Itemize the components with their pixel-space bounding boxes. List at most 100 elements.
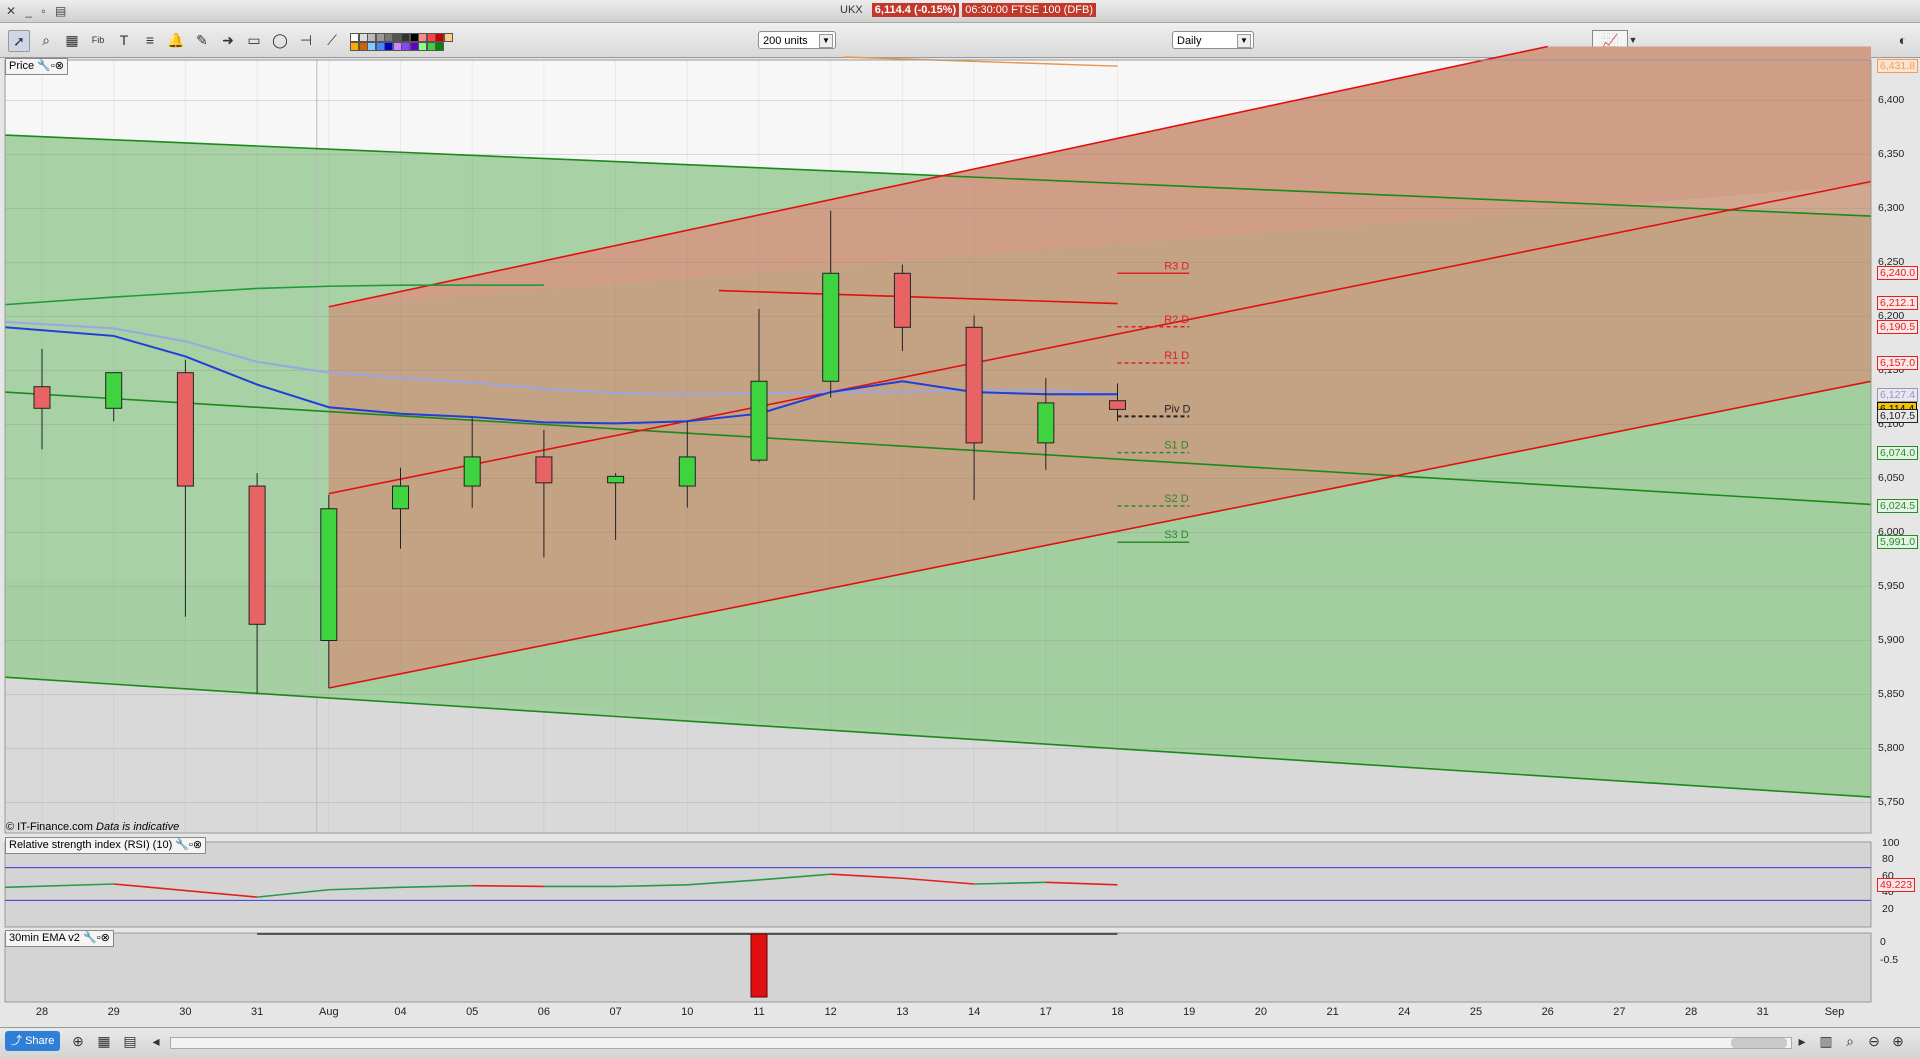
candle-body (607, 475, 625, 484)
date-tick-label: 21 (1326, 1006, 1339, 1018)
date-tick-label: 19 (1183, 1006, 1196, 1018)
candle-body (893, 272, 911, 328)
rsi-tick-label: 80 (1882, 853, 1894, 866)
candle-body (822, 272, 840, 382)
crosshair-icon[interactable]: ⊕ (68, 1031, 88, 1051)
date-tick-label: 12 (824, 1006, 837, 1018)
candle-body (392, 485, 409, 510)
date-tick-label: 04 (394, 1006, 407, 1018)
scroll-left-icon[interactable]: ◂ (146, 1031, 166, 1051)
candle-body (535, 456, 553, 484)
rsi-tick-label: 20 (1882, 902, 1894, 915)
rsi-panel-bg (4, 841, 1872, 928)
candle-body (1037, 402, 1055, 444)
rsi-panel-label: Relative strength index (RSI) (10) (9, 839, 173, 851)
pivot-label: Piv D (1164, 403, 1190, 415)
grid-icon[interactable]: ▦ (94, 1031, 114, 1051)
candle-body (176, 372, 194, 487)
date-tick-label: Aug (319, 1006, 339, 1018)
candle-body (678, 456, 696, 487)
price-tick-label: 6,400 (1878, 93, 1905, 106)
candle-body (248, 485, 266, 625)
price-level-tag: 6,157.0 (1877, 355, 1919, 370)
price-tick-label: 5,850 (1878, 687, 1905, 700)
date-tick-label: 24 (1398, 1006, 1411, 1018)
rsi-panel-header: Relative strength index (RSI) (10) 🔧▫⊗ (5, 837, 207, 854)
date-tick-label: 17 (1039, 1006, 1052, 1018)
ema-tick-label: -0.5 (1880, 954, 1899, 966)
share-icon: ⤴ (11, 1035, 26, 1047)
price-level-tag: 6,190.5 (1877, 319, 1919, 334)
candle-body (1109, 400, 1126, 410)
date-tick-label: 27 (1613, 1006, 1626, 1018)
bottom-bar: ⤴ Share ⊕ ▦ ▤ ◂ ▸ ▥ ⌕ ⊖ ⊕ (0, 1027, 1920, 1058)
price-level-tag: 6,107.5 (1877, 409, 1919, 424)
candle-body (965, 326, 983, 444)
pivot-label: R2 D (1164, 314, 1189, 326)
close-icon[interactable]: ⊗ (193, 839, 202, 851)
price-level-tag: 6,074.0 (1877, 445, 1919, 460)
date-tick-label: 05 (466, 1006, 479, 1018)
pivot-label: S3 D (1164, 529, 1189, 541)
pivot-label: R3 D (1164, 260, 1189, 272)
price-tick-label: 5,750 (1878, 795, 1905, 808)
ema-histogram-bar (750, 933, 768, 998)
scrollbar-thumb[interactable] (1731, 1038, 1787, 1048)
price-level-tag: 6,127.4 (1877, 387, 1919, 402)
ema-panel-label: 30min EMA v2 (9, 932, 80, 944)
candle-body (320, 508, 338, 641)
candle-body (105, 372, 123, 409)
copyright-note: © IT-Finance.com Data is indicative (6, 821, 179, 833)
date-tick-label: 06 (537, 1006, 551, 1018)
share-label: Share (25, 1035, 55, 1047)
date-tick-label: 30 (179, 1006, 192, 1018)
wrench-icon[interactable]: 🔧 (83, 932, 97, 944)
scroll-right-icon[interactable]: ▸ (1792, 1031, 1812, 1051)
zoom-fit-icon[interactable]: ⌕ (1840, 1031, 1860, 1051)
chart-canvas[interactable]: R3 D R2 D R1 D Piv D S1 D S2 D S3 D (0, 0, 1920, 1027)
date-tick-label: 31 (250, 1006, 264, 1018)
date-tick-label: 10 (681, 1006, 694, 1018)
pivot-label: S1 D (1164, 440, 1189, 452)
pivot-label: R1 D (1164, 350, 1189, 362)
date-tick-label: 07 (609, 1006, 622, 1018)
price-tick-label: 5,800 (1878, 741, 1905, 754)
price-level-tag: 6,024.5 (1877, 499, 1919, 514)
price-tick-label: 5,900 (1878, 633, 1905, 646)
price-level-tag: 5,991.0 (1877, 535, 1919, 550)
chart-icon[interactable]: ▥ (1816, 1031, 1836, 1051)
date-tick-label: 18 (1111, 1006, 1124, 1018)
price-level-tag: 6,431.8 (1877, 59, 1919, 74)
close-icon[interactable]: ⊗ (101, 932, 110, 944)
date-tick-label: Sep (1824, 1006, 1845, 1018)
date-tick-label: 31 (1756, 1006, 1769, 1018)
price-level-tag: 6,212.1 (1877, 296, 1919, 311)
date-tick-label: 13 (896, 1006, 909, 1018)
candle-body (33, 386, 51, 409)
date-tick-label: 14 (967, 1006, 981, 1018)
date-tick-label: 20 (1254, 1006, 1268, 1018)
price-tick-label: 6,350 (1878, 147, 1905, 160)
wrench-icon[interactable]: 🔧 (175, 839, 189, 851)
candle-body (463, 456, 481, 487)
pivot-label: S2 D (1164, 493, 1189, 505)
zoom-out-icon[interactable]: ⊖ (1864, 1031, 1884, 1051)
candle-body (750, 380, 768, 461)
layout-icon[interactable]: ▤ (120, 1031, 140, 1051)
price-level-tag: 6,240.0 (1877, 266, 1919, 281)
close-icon[interactable]: ⊗ (55, 60, 64, 72)
date-tick-label: 11 (753, 1006, 765, 1018)
zoom-in-icon[interactable]: ⊕ (1888, 1031, 1908, 1051)
disclaimer-text: Data is indicative (96, 821, 180, 833)
share-button[interactable]: ⤴ Share (5, 1031, 61, 1051)
ema-tick-label: 0 (1880, 936, 1886, 948)
wrench-icon[interactable]: 🔧 (37, 60, 51, 72)
ema-panel-header: 30min EMA v2 🔧▫⊗ (5, 930, 114, 947)
rsi-last-value-tag: 49.223 (1877, 877, 1916, 892)
rsi-tick-label: 100 (1882, 837, 1900, 849)
price-tick-label: 6,300 (1878, 201, 1905, 214)
rsi-segment (472, 884, 544, 888)
price-panel-label: Price (9, 60, 35, 72)
horizontal-scrollbar[interactable] (170, 1037, 1792, 1049)
price-panel-header: Price 🔧▫⊗ (5, 58, 68, 75)
